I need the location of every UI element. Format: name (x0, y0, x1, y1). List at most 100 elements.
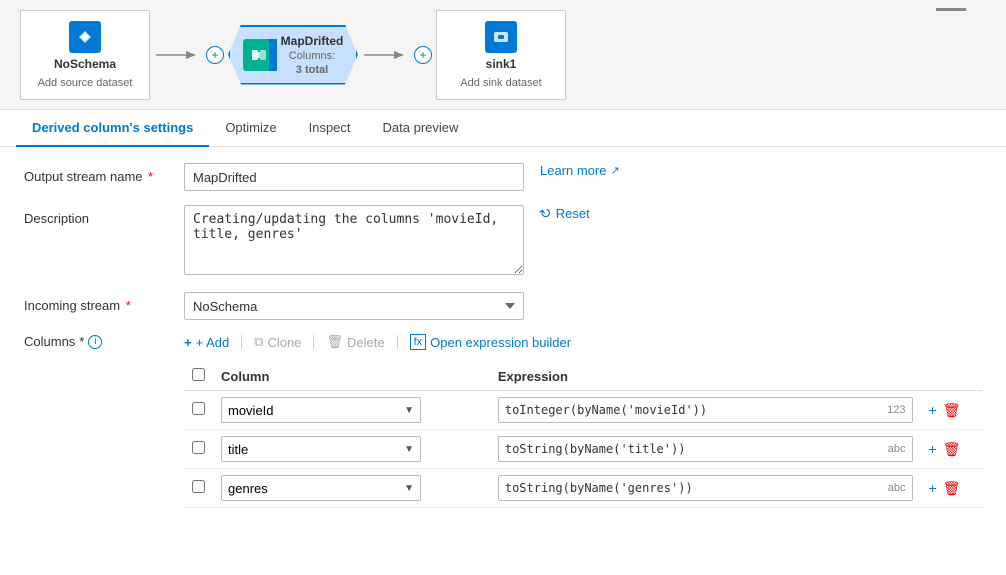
row-3-checkbox[interactable] (192, 480, 205, 493)
derived-icon (243, 39, 275, 71)
row-1-check-cell (184, 391, 213, 430)
table-row: ▼ toInteger(byName('movieId')) 123 + (184, 391, 982, 430)
description-row: Description Creating/updating the column… (24, 205, 982, 278)
row-3-delete-button[interactable]: 🗑 (943, 480, 961, 497)
toolbar-divider-2 (313, 335, 314, 349)
row-1-actions: + 🗑 (929, 402, 975, 419)
output-stream-input[interactable] (184, 163, 524, 191)
columns-content: + + Add ⧉ Clone 🗑 Delete fx Open express… (184, 334, 982, 508)
row-1-checkbox[interactable] (192, 402, 205, 415)
row-2-dropdown-arrow[interactable]: ▼ (404, 444, 414, 455)
description-control: Creating/updating the columns 'movieId, … (184, 205, 524, 278)
reset-button[interactable]: ↻ Reset (540, 205, 590, 222)
row-1-delete-button[interactable]: 🗑 (943, 402, 961, 419)
row-3-expr-text: toString(byName('genres')) (505, 481, 693, 495)
description-input[interactable]: Creating/updating the columns 'movieId, … (184, 205, 524, 275)
row-1-actions-cell: + 🗑 (921, 391, 983, 430)
derived-node[interactable]: MapDrifted Columns: 3 total (228, 25, 358, 85)
toolbar-divider-3 (397, 335, 398, 349)
sink-icon (485, 21, 517, 53)
table-row: ▼ toString(byName('genres')) abc + (184, 469, 982, 508)
row-1-col-input[interactable] (228, 403, 404, 418)
connector-2 (364, 45, 404, 65)
output-stream-label: Output stream name * (24, 163, 184, 184)
row-2-add-button[interactable]: + (929, 441, 937, 457)
row-2-actions-cell: + 🗑 (921, 430, 983, 469)
add-icon: + (184, 335, 192, 350)
row-3-check-cell (184, 469, 213, 508)
row-2-check-cell (184, 430, 213, 469)
select-all-checkbox[interactable] (192, 368, 205, 381)
row-2-expr-text: toString(byName('title')) (505, 442, 686, 456)
tab-inspect[interactable]: Inspect (293, 110, 367, 147)
derived-node-count: 3 total (281, 64, 344, 76)
settings-panel: Output stream name * Learn more ↗ Descri… (0, 147, 1006, 570)
row-1-dropdown-arrow[interactable]: ▼ (404, 405, 414, 416)
tabs-bar: Derived column's settings Optimize Inspe… (0, 110, 1006, 147)
row-1-expr-wrap[interactable]: toInteger(byName('movieId')) 123 (498, 397, 913, 423)
tab-derived-settings[interactable]: Derived column's settings (16, 110, 209, 147)
row-3-actions: + 🗑 (929, 480, 975, 497)
add-node-btn-1[interactable]: + (206, 46, 224, 64)
row-2-delete-button[interactable]: 🗑 (943, 441, 961, 458)
pipeline-canvas: NoSchema Add source dataset + (0, 0, 1006, 110)
row-3-col-input-wrap: ▼ (221, 475, 421, 501)
row-2-expr-wrap[interactable]: toString(byName('title')) abc (498, 436, 913, 462)
row-1-type-badge: 123 (887, 404, 905, 416)
row-1-col-cell: ▼ (213, 391, 490, 430)
columns-label: Columns * i (24, 334, 184, 349)
columns-info-icon[interactable]: i (88, 335, 102, 349)
derived-node-label: MapDrifted (281, 34, 344, 48)
row-1-expr-cell: toInteger(byName('movieId')) 123 (490, 391, 921, 430)
source-node[interactable]: NoSchema Add source dataset (20, 10, 150, 100)
row-3-expr-wrap[interactable]: toString(byName('genres')) abc (498, 475, 913, 501)
row-3-col-input[interactable] (228, 481, 404, 496)
delete-icon: 🗑 (326, 334, 343, 350)
columns-table: Column Expression (184, 362, 982, 508)
row-3-dropdown-arrow[interactable]: ▼ (404, 483, 414, 494)
sink-node-label: sink1 (486, 57, 517, 71)
clone-button[interactable]: ⧉ Clone (254, 334, 301, 350)
tab-optimize[interactable]: Optimize (209, 110, 292, 147)
clone-icon: ⧉ (254, 334, 263, 350)
add-node-btn-2[interactable]: + (414, 46, 432, 64)
open-expression-builder-button[interactable]: fx Open expression builder (410, 334, 571, 350)
row-3-col-cell: ▼ (213, 469, 490, 508)
row-2-col-input-wrap: ▼ (221, 436, 421, 462)
row-3-expr-cell: toString(byName('genres')) abc (490, 469, 921, 508)
row-1-col-input-wrap: ▼ (221, 397, 421, 423)
output-stream-control (184, 163, 524, 191)
row-1-expr-text: toInteger(byName('movieId')) (505, 403, 707, 417)
columns-row: Columns * i + + Add ⧉ Clone 🗑 Delete (24, 334, 982, 508)
learn-more-actions: Learn more ↗ (540, 163, 620, 178)
col-header-check (184, 362, 213, 391)
row-2-type-badge: abc (888, 443, 906, 455)
delete-button[interactable]: 🗑 Delete (326, 334, 384, 350)
connector-1 (156, 45, 196, 65)
col-header-actions (921, 362, 983, 391)
incoming-stream-row: Incoming stream * NoSchema (24, 292, 982, 320)
source-node-label: NoSchema (54, 57, 116, 71)
reset-actions: ↻ Reset (540, 205, 590, 222)
toolbar-divider-1 (241, 335, 242, 349)
row-3-actions-cell: + 🗑 (921, 469, 983, 508)
sink-node[interactable]: sink1 Add sink dataset (436, 10, 566, 100)
row-1-add-button[interactable]: + (929, 402, 937, 418)
row-2-col-input[interactable] (228, 442, 404, 457)
incoming-stream-select[interactable]: NoSchema (184, 292, 524, 320)
col-header-expression: Expression (490, 362, 921, 391)
add-column-button[interactable]: + + Add (184, 335, 229, 350)
row-2-checkbox[interactable] (192, 441, 205, 454)
tab-data-preview[interactable]: Data preview (367, 110, 475, 147)
sink-node-sub: Add sink dataset (460, 77, 541, 89)
output-stream-row: Output stream name * Learn more ↗ (24, 163, 982, 191)
minimize-bar[interactable] (936, 8, 966, 11)
derived-node-sublabel: Columns: (281, 50, 344, 62)
learn-more-button[interactable]: Learn more ↗ (540, 163, 620, 178)
row-3-type-badge: abc (888, 482, 906, 494)
row-2-col-cell: ▼ (213, 430, 490, 469)
expression-icon: fx (410, 334, 427, 350)
col-header-column: Column (213, 362, 490, 391)
row-3-add-button[interactable]: + (929, 480, 937, 496)
table-row: ▼ toString(byName('title')) abc + (184, 430, 982, 469)
